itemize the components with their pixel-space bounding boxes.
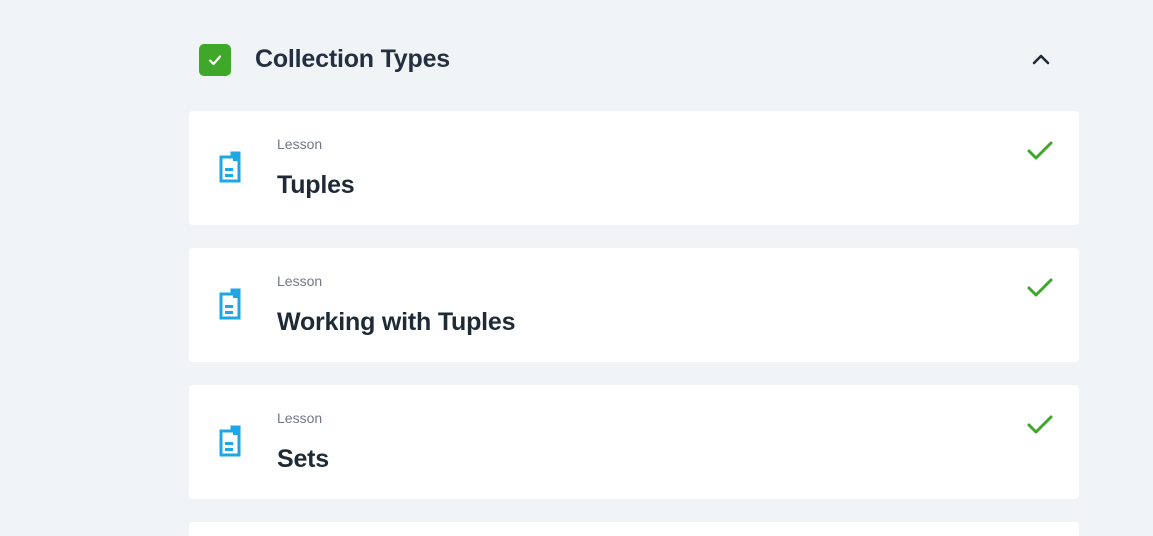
lesson-title: Tuples [277, 171, 355, 199]
section-header[interactable]: Collection Types [189, 36, 1079, 82]
lesson-item[interactable]: Lesson Sets [189, 385, 1079, 499]
lesson-kicker: Lesson [277, 410, 323, 426]
document-icon [219, 151, 241, 183]
collapse-button[interactable] [1027, 46, 1055, 74]
lesson-title: Working with Tuples [277, 308, 516, 336]
chevron-up-icon [1032, 54, 1050, 65]
lesson-item[interactable]: Lesson Working with Tuples [189, 248, 1079, 362]
section-title: Collection Types [255, 45, 450, 73]
lesson-kicker: Lesson [277, 136, 323, 152]
section-complete-checkbox [199, 44, 231, 76]
document-icon [219, 288, 241, 320]
lesson-title: Sets [277, 445, 330, 473]
check-icon [1027, 141, 1053, 160]
document-icon [219, 425, 241, 457]
course-section: Collection Types Lesson Tuples Lesson Wo… [189, 0, 1079, 536]
lesson-item[interactable]: Lesson Tuples [189, 111, 1079, 225]
check-icon [208, 55, 222, 66]
lesson-item[interactable] [189, 522, 1079, 536]
check-icon [1027, 278, 1053, 297]
lesson-kicker: Lesson [277, 273, 323, 289]
check-icon [1027, 415, 1053, 434]
